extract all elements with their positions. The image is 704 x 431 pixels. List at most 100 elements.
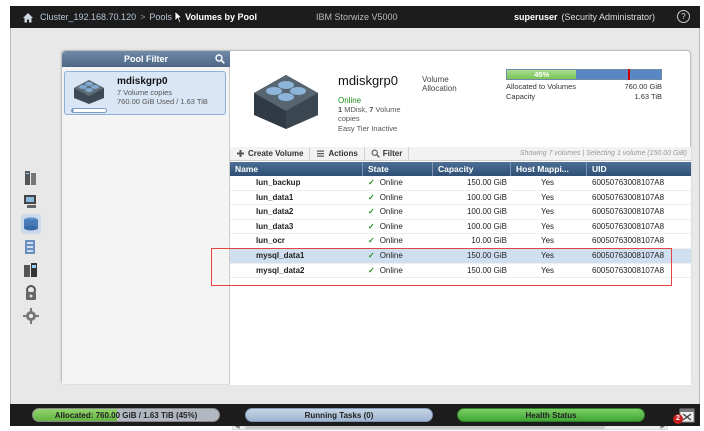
volume-state: ✓ Online bbox=[368, 265, 403, 275]
function-nav bbox=[21, 168, 45, 329]
volume-uid: 60050763008107A8 bbox=[592, 192, 665, 202]
filter-search-icon bbox=[371, 149, 380, 158]
volume-uid: 60050763008107A8 bbox=[592, 178, 665, 187]
monitoring-icon[interactable] bbox=[21, 168, 41, 188]
breadcrumb-pools[interactable]: Pools bbox=[149, 12, 172, 22]
table-header: Name State Capacity Host Mappi... UID bbox=[230, 162, 691, 176]
showing-count: Showing 7 volumes | Selecting 1 volume (… bbox=[519, 150, 687, 157]
capacity-warning-marker bbox=[628, 69, 630, 80]
allocated-value: 760.00 GiB bbox=[624, 82, 662, 91]
storage-pool-large-icon bbox=[254, 75, 318, 129]
capacity-value: 1.63 TiB bbox=[634, 92, 662, 101]
volume-state: ✓ Online bbox=[368, 178, 403, 187]
online-check-icon: ✓ bbox=[368, 236, 375, 246]
storage-pool-icon bbox=[74, 80, 104, 104]
column-header-capacity[interactable]: Capacity bbox=[433, 162, 511, 176]
pool-filter-title: Pool Filter bbox=[123, 54, 168, 64]
search-icon[interactable] bbox=[215, 54, 225, 64]
column-header-uid[interactable]: UID bbox=[587, 162, 691, 176]
pool-detail-status: Online bbox=[338, 96, 362, 105]
volume-allocation-label: Volume Allocation bbox=[422, 75, 457, 93]
volume-host-mapping: Yes bbox=[541, 265, 555, 275]
volumes-icon[interactable] bbox=[21, 214, 41, 234]
column-header-host-mapping[interactable]: Host Mappi... bbox=[511, 162, 587, 176]
pool-list-item[interactable]: mdiskgrp0 7 Volume copies 760.00 GiB Use… bbox=[64, 71, 226, 115]
pools-icon[interactable] bbox=[21, 191, 41, 211]
status-bar: Allocated: 760.00 GiB / 1.63 TiB (45%) R… bbox=[10, 404, 700, 426]
column-header-name[interactable]: Name bbox=[230, 162, 363, 176]
help-button[interactable]: ? bbox=[677, 10, 690, 23]
volume-name: lun_data2 bbox=[256, 207, 294, 217]
top-header: Cluster_192.168.70.120 > Pools > Volumes… bbox=[10, 6, 700, 28]
product-name: IBM Storwize V5000 bbox=[316, 12, 398, 22]
user-role: (Security Administrator) bbox=[561, 12, 656, 22]
volume-capacity: 100.00 GiB bbox=[466, 221, 507, 231]
volume-capacity: 150.00 GiB bbox=[466, 265, 507, 275]
online-check-icon: ✓ bbox=[368, 178, 375, 187]
volume-name: lun_data1 bbox=[256, 192, 294, 202]
volume-uid: 60050763008107A8 bbox=[592, 251, 665, 260]
volume-state: ✓ Online bbox=[368, 192, 403, 202]
health-status-pill[interactable]: Health Status bbox=[457, 408, 645, 422]
capacity-label: Capacity bbox=[506, 92, 536, 101]
plus-icon bbox=[237, 150, 244, 157]
volume-host-mapping: Yes bbox=[541, 251, 555, 260]
volumes-table-panel: Create Volume Actions Filter Showing 7 v… bbox=[230, 146, 691, 430]
filter-button[interactable]: Filter bbox=[365, 146, 410, 161]
online-check-icon: ✓ bbox=[368, 192, 375, 202]
page-title: Volumes by Pool bbox=[185, 12, 257, 22]
volume-capacity: 100.00 GiB bbox=[466, 192, 507, 202]
copy-services-icon[interactable] bbox=[21, 260, 41, 280]
volume-capacity: 150.00 GiB bbox=[466, 178, 507, 187]
volumes-by-pool-panel: Pool Filter mdiskgrp0 7 Volume copies 76… bbox=[61, 50, 691, 430]
table-row[interactable]: mysql_data1 ✓ Online 150.00 GiB Yes 600507630… bbox=[230, 249, 691, 264]
volume-host-mapping: Yes bbox=[541, 207, 555, 217]
volume-host-mapping: Yes bbox=[541, 236, 555, 246]
hosts-icon[interactable] bbox=[21, 237, 41, 257]
breadcrumb-cluster[interactable]: Cluster_192.168.70.120 bbox=[40, 12, 136, 22]
pool-detail-mdisk-count: 1 MDisk, 7 Volume copies bbox=[338, 105, 401, 123]
table-row[interactable]: lun_ocr ✓ Online 10.00 GiB Yes 60050763008107… bbox=[230, 234, 691, 249]
volume-host-mapping: Yes bbox=[541, 178, 555, 187]
access-icon[interactable] bbox=[21, 283, 41, 303]
volume-name: lun_ocr bbox=[256, 236, 285, 246]
settings-icon[interactable] bbox=[21, 306, 41, 326]
allocated-status-pill[interactable]: Allocated: 760.00 GiB / 1.63 TiB (45%) bbox=[32, 408, 220, 422]
table-row[interactable]: lun_data1 ✓ Online 100.00 GiB Yes 60050763008… bbox=[230, 191, 691, 206]
table-row[interactable]: mysql_data2 ✓ Online 150.00 GiB Yes 600507630… bbox=[230, 264, 691, 279]
volume-capacity: 150.00 GiB bbox=[466, 251, 507, 260]
online-check-icon: ✓ bbox=[368, 265, 375, 275]
volume-name: mysql_data1 bbox=[256, 251, 305, 260]
volume-uid: 60050763008107A8 bbox=[592, 236, 665, 246]
volume-state: ✓ Online bbox=[368, 236, 403, 246]
create-volume-button[interactable]: Create Volume bbox=[230, 146, 311, 161]
volume-name: lun_data3 bbox=[256, 221, 294, 231]
running-tasks-pill[interactable]: Running Tasks (0) bbox=[245, 408, 433, 422]
alert-count-badge: 2 bbox=[673, 414, 683, 424]
user-menu[interactable]: superuser (Security Administrator) bbox=[514, 12, 655, 22]
pool-filter-list: mdiskgrp0 7 Volume copies 760.00 GiB Use… bbox=[62, 67, 230, 384]
mouse-cursor-icon bbox=[174, 10, 182, 24]
volume-state: ✓ Online bbox=[368, 251, 403, 260]
table-row[interactable]: lun_data2 ✓ Online 100.00 GiB Yes 60050763008… bbox=[230, 205, 691, 220]
alerts-button[interactable]: 2 bbox=[670, 404, 698, 426]
volume-capacity: 10.00 GiB bbox=[471, 236, 507, 246]
pool-usage-bar bbox=[71, 108, 107, 113]
pool-name: mdiskgrp0 bbox=[117, 76, 168, 87]
table-row[interactable]: lun_data3 ✓ Online 100.00 GiB Yes 60050763008… bbox=[230, 220, 691, 235]
main-shell: Pool Filter mdiskgrp0 7 Volume copies 76… bbox=[10, 28, 700, 430]
volume-state: ✓ Online bbox=[368, 207, 403, 217]
actions-button[interactable]: Actions bbox=[310, 146, 365, 161]
volume-host-mapping: Yes bbox=[541, 221, 555, 231]
volume-capacity: 100.00 GiB bbox=[466, 207, 507, 217]
pool-usage: 760.00 GiB Used / 1.63 TiB bbox=[117, 97, 208, 106]
table-row[interactable]: lun_backup ✓ Online 150.00 GiB Yes 6005076300… bbox=[230, 176, 691, 191]
pool-filter-header: Pool Filter bbox=[62, 51, 230, 67]
allocation-percent: 45% bbox=[534, 70, 550, 79]
online-check-icon: ✓ bbox=[368, 207, 375, 217]
volume-name: lun_backup bbox=[256, 178, 301, 187]
volume-name: mysql_data2 bbox=[256, 265, 305, 275]
column-header-state[interactable]: State bbox=[363, 162, 433, 176]
home-icon[interactable] bbox=[22, 12, 34, 23]
table-toolbar: Create Volume Actions Filter Showing 7 v… bbox=[230, 146, 691, 161]
